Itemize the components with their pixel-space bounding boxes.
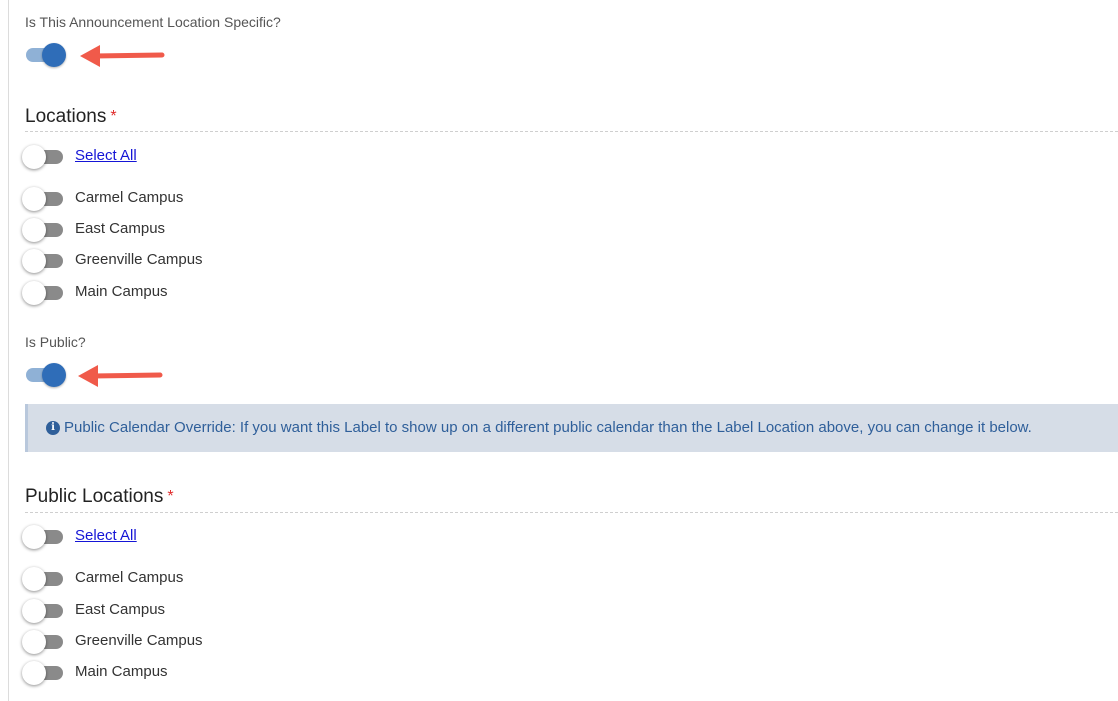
toggle-knob (22, 145, 46, 169)
is-public-toggle[interactable] (24, 362, 70, 388)
toggle-knob (22, 218, 46, 242)
section-divider (25, 131, 1118, 132)
public-locations-toggle-carmel[interactable] (22, 566, 68, 592)
locations-toggle-east[interactable] (22, 217, 68, 243)
public-locations-select-all-toggle[interactable] (22, 524, 68, 550)
toggle-knob (22, 599, 46, 623)
public-location-label: Greenville Campus (75, 632, 203, 649)
public-location-label: East Campus (75, 601, 166, 618)
toggle-knob (42, 363, 66, 387)
left-border (8, 0, 9, 701)
toggle-knob (22, 525, 46, 549)
toggle-knob (22, 187, 46, 211)
public-calendar-override-alert: i Public Calendar Override: If you want … (25, 404, 1118, 452)
toggle-knob (22, 630, 46, 654)
public-locations-title-text: Public Locations (25, 486, 164, 507)
public-locations-toggle-east[interactable] (22, 598, 68, 624)
required-marker: * (110, 108, 117, 125)
is-public-label: Is Public? (25, 334, 86, 350)
toggle-knob (22, 281, 46, 305)
public-location-label: Carmel Campus (75, 569, 184, 586)
toggle-knob (22, 661, 46, 685)
annotation-arrow-icon (78, 365, 163, 387)
public-location-label: Main Campus (75, 663, 168, 680)
locations-toggle-carmel[interactable] (22, 186, 68, 212)
locations-select-all-toggle[interactable] (22, 144, 68, 170)
public-locations-select-all-link[interactable]: Select All (75, 527, 137, 544)
locations-select-all-link[interactable]: Select All (75, 147, 137, 164)
annotation-arrow-icon (80, 45, 165, 67)
location-label: Greenville Campus (75, 251, 203, 268)
location-label: Carmel Campus (75, 189, 184, 206)
toggle-knob (22, 249, 46, 273)
required-marker: * (167, 488, 174, 505)
section-divider (25, 512, 1118, 513)
public-locations-toggle-greenville[interactable] (22, 629, 68, 655)
location-label: Main Campus (75, 283, 168, 300)
toggle-knob (42, 43, 66, 67)
location-specific-label: Is This Announcement Location Specific? (25, 14, 281, 30)
public-locations-toggle-main[interactable] (22, 660, 68, 686)
locations-toggle-main[interactable] (22, 280, 68, 306)
info-circle-icon: i (46, 421, 60, 435)
toggle-knob (22, 567, 46, 591)
info-text: Public Calendar Override: If you want th… (64, 419, 1032, 436)
locations-title-text: Locations (25, 106, 107, 127)
locations-title: Locations * (25, 106, 117, 128)
public-locations-title: Public Locations * (25, 486, 174, 508)
locations-toggle-greenville[interactable] (22, 248, 68, 274)
location-label: East Campus (75, 220, 166, 237)
location-specific-toggle[interactable] (24, 42, 70, 68)
